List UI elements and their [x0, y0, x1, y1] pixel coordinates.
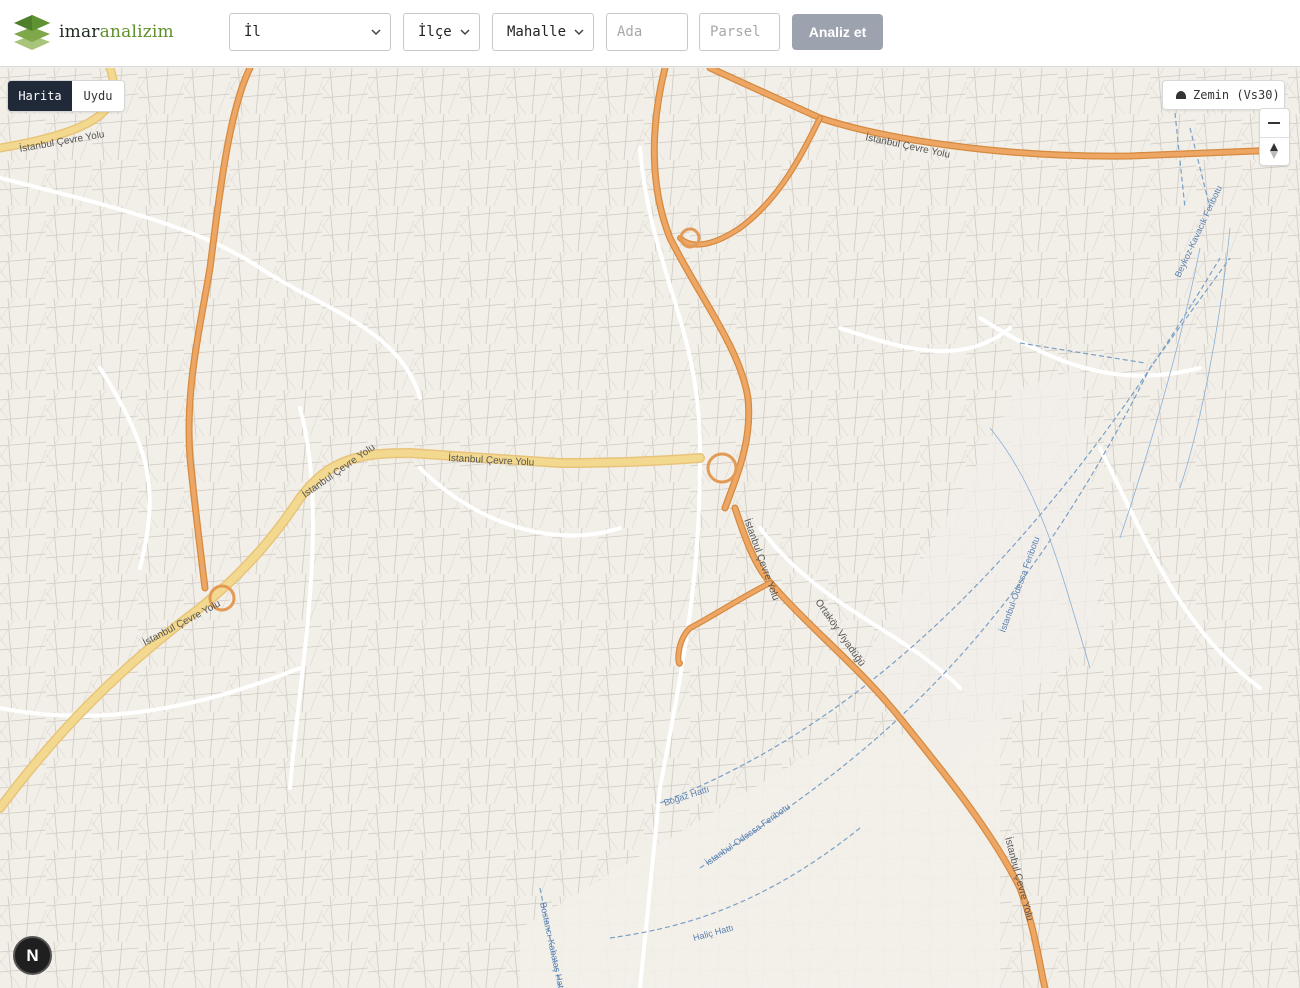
map-type-map-button[interactable]: Harita [8, 81, 72, 111]
map-type-satellite-button[interactable]: Uydu [72, 81, 124, 111]
ada-input[interactable]: Ada [606, 13, 688, 51]
brand-name: imaranalizim [59, 22, 174, 42]
top-bar: imaranalizim İl İlçe Mahalle Ada Parsel … [0, 0, 1300, 67]
compass-icon[interactable] [1267, 142, 1281, 160]
ilce-select[interactable]: İlçe [403, 13, 480, 51]
parsel-placeholder: Parsel [710, 24, 761, 40]
il-select-label: İl [244, 24, 261, 40]
mahalle-select-label: Mahalle [507, 24, 567, 40]
ada-placeholder: Ada [617, 24, 643, 40]
zoom-out-icon[interactable] [1268, 122, 1280, 124]
map-type-toggle: Harita Uydu [7, 80, 125, 112]
map-base-layer: İstanbul Çevre Yolu İstanbul Çevre Yolu … [0, 68, 1300, 988]
parsel-input[interactable]: Parsel [699, 13, 780, 51]
brand-logo[interactable]: imaranalizim [12, 12, 174, 52]
zoom-divider [1260, 137, 1289, 138]
chevron-down-icon [371, 29, 381, 36]
chevron-down-icon [574, 29, 584, 36]
map-zoom-controls [1259, 108, 1290, 166]
il-select[interactable]: İl [229, 13, 391, 51]
chevron-down-icon [460, 29, 470, 36]
mahalle-select[interactable]: Mahalle [492, 13, 594, 51]
layers-icon [1176, 91, 1186, 99]
map-canvas[interactable]: İstanbul Çevre Yolu İstanbul Çevre Yolu … [0, 68, 1300, 988]
ilce-select-label: İlçe [418, 24, 452, 40]
soil-layer-label: Zemin (Vs30) [1193, 88, 1280, 102]
analyze-button[interactable]: Analiz et [792, 14, 883, 50]
dev-indicator-badge[interactable]: N [13, 936, 52, 975]
stacked-layers-logo-icon [14, 15, 50, 50]
soil-layer-button[interactable]: Zemin (Vs30) [1162, 80, 1285, 110]
